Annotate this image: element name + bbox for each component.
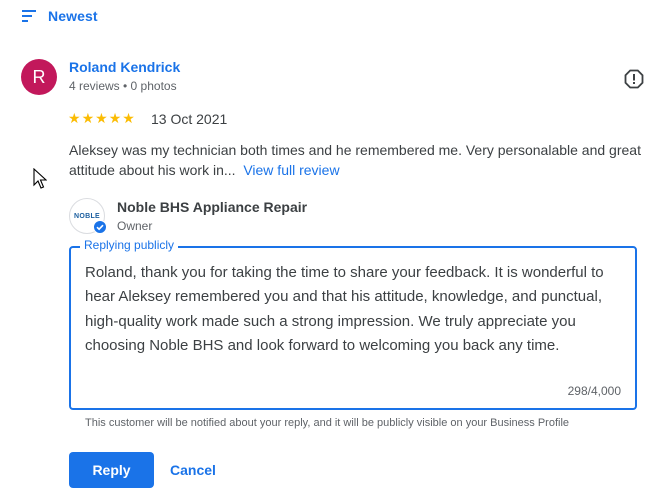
sort-button[interactable]: Newest xyxy=(22,8,98,24)
view-full-review-link[interactable]: View full review xyxy=(243,162,339,178)
star-icon: ★ xyxy=(81,110,95,126)
reply-notice: This customer will be notified about you… xyxy=(85,417,570,429)
review-text: Aleksey was my technician both times and… xyxy=(69,140,661,180)
star-icon: ★ xyxy=(95,110,108,126)
cancel-button[interactable]: Cancel xyxy=(170,462,216,478)
reviewer-name[interactable]: Roland Kendrick xyxy=(69,59,180,75)
owner-role: Owner xyxy=(117,219,153,233)
mouse-pointer-icon xyxy=(33,167,48,195)
char-count: 298/4,000 xyxy=(567,384,621,398)
star-icon: ★ xyxy=(122,110,135,126)
avatar[interactable]: R xyxy=(21,59,57,95)
report-icon[interactable] xyxy=(624,69,644,89)
reply-button-label: Reply xyxy=(92,462,131,478)
star-icon: ★ xyxy=(68,110,81,126)
reviewer-meta: 4 reviews • 0 photos xyxy=(69,79,177,93)
sort-icon xyxy=(22,9,38,23)
review-date: 13 Oct 2021 xyxy=(151,111,228,127)
avatar-letter: R xyxy=(32,66,46,87)
reply-button[interactable]: Reply xyxy=(69,452,154,488)
star-rating: ★ ★ ★ ★ ★ xyxy=(68,110,136,126)
star-icon: ★ xyxy=(108,110,122,126)
sort-label: Newest xyxy=(48,8,98,24)
review-body: Aleksey was my technician both times and… xyxy=(69,142,641,178)
reply-text[interactable]: Roland, thank you for taking the time to… xyxy=(85,261,625,358)
owner-name: Noble BHS Appliance Repair xyxy=(117,199,308,215)
business-logo-text: NOBLE xyxy=(74,212,100,220)
reply-legend: Replying publicly xyxy=(80,238,179,252)
verified-icon xyxy=(93,220,107,234)
